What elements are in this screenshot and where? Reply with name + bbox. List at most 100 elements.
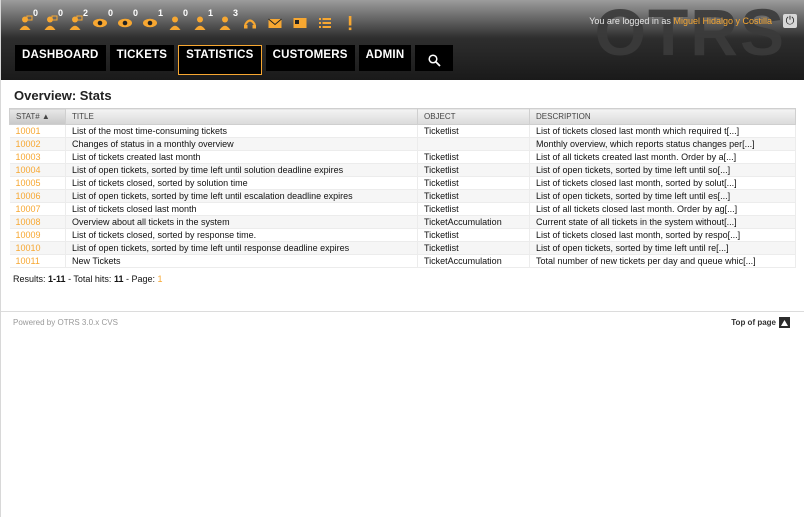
stat-number-link[interactable]: 10007 — [16, 204, 41, 214]
user-name-link[interactable]: Miguel Hidalgo y Costilla — [673, 16, 772, 26]
stat-number-link[interactable]: 10003 — [16, 152, 41, 162]
queue-view-icon — [319, 18, 331, 28]
toolbar-item-new-locked-tickets[interactable]: 0 — [40, 8, 63, 33]
table-row[interactable]: 10007 List of tickets closed last month Ti… — [9, 202, 796, 216]
login-info: You are logged in as Miguel Hidalgo y Co… — [589, 16, 772, 26]
toolbar-item-locked-tickets[interactable]: 0 — [15, 8, 38, 33]
table-cell-stat: 10004 — [9, 163, 66, 177]
column-header-object[interactable]: OBJECT — [417, 108, 530, 125]
table-cell-stat: 10001 — [9, 124, 66, 138]
column-header-title[interactable]: TITLE — [65, 108, 418, 125]
stat-number-link[interactable]: 10006 — [16, 191, 41, 201]
table-row[interactable]: 10010 List of open tickets, sorted by tim… — [9, 241, 796, 255]
toolbar-item-customer[interactable] — [290, 13, 310, 33]
toolbar-count: 1 — [207, 8, 213, 18]
stat-title: List of open tickets, sorted by time lef… — [72, 191, 353, 201]
toolbar-item-escalation[interactable] — [340, 13, 360, 33]
stat-title: List of tickets closed, sorted by soluti… — [72, 178, 248, 188]
table-cell-description: List of tickets closed last month, sorte… — [529, 228, 796, 242]
new-phone-ticket-icon — [244, 19, 256, 29]
stat-number-link[interactable]: 10004 — [16, 165, 41, 175]
stat-description: List of open tickets, sorted by time lef… — [536, 191, 731, 201]
column-header-description[interactable]: DESCRIPTION — [529, 108, 796, 125]
table-cell-title: Overview about all tickets in the system — [65, 215, 418, 229]
nav-dashboard[interactable]: DASHBOARD — [15, 45, 106, 71]
stat-description: Current state of all tickets in the syst… — [536, 217, 737, 227]
stat-object: TicketAccumulation — [424, 217, 502, 227]
table-row[interactable]: 10011 New Tickets TicketAccumulation Total … — [9, 254, 796, 268]
top-of-page-link[interactable]: Top of page — [731, 317, 790, 328]
toolbar-item-reminder-watched-tickets[interactable]: 1 — [140, 8, 163, 33]
stat-title: List of tickets closed last month — [72, 204, 197, 214]
toolbar-item-new-responsible-tickets[interactable]: 1 — [190, 8, 213, 33]
top-of-page-label: Top of page — [731, 318, 776, 327]
table-row[interactable]: 10002 Changes of status in a monthly over… — [9, 137, 796, 151]
toolbar-item-responsible-tickets[interactable]: 0 — [165, 8, 188, 33]
stat-title: List of the most time-consuming tickets — [72, 126, 228, 136]
table-cell-object — [417, 137, 530, 151]
toolbar-count: 2 — [82, 8, 88, 18]
stat-object: Ticketlist — [424, 230, 459, 240]
stat-title: New Tickets — [72, 256, 121, 266]
search-button[interactable] — [415, 45, 454, 71]
logout-button[interactable]: ⏻ — [783, 14, 797, 28]
table-cell-stat: 10009 — [9, 228, 66, 242]
toolbar-count: 0 — [182, 8, 188, 18]
table-cell-object: TicketAccumulation — [417, 254, 530, 268]
table-cell-description: List of open tickets, sorted by time lef… — [529, 241, 796, 255]
toolbar-count: 0 — [107, 8, 113, 18]
toolbar-count: 0 — [57, 8, 63, 18]
table-cell-title: List of tickets closed, sorted by soluti… — [65, 176, 418, 190]
table-cell-title: List of tickets closed last month — [65, 202, 418, 216]
stat-number-link[interactable]: 10005 — [16, 178, 41, 188]
toolbar-count: 1 — [157, 8, 163, 18]
table-row[interactable]: 10005 List of tickets closed, sorted by s… — [9, 176, 796, 190]
table-row[interactable]: 10003 List of tickets created last month T… — [9, 150, 796, 164]
stat-object: Ticketlist — [424, 178, 459, 188]
table-header-row: STAT# ▲ TITLE OBJECT DESCRIPTION — [9, 108, 796, 125]
nav-tickets[interactable]: TICKETS — [109, 45, 175, 71]
powered-by-link[interactable]: Powered by OTRS 3.0.x CVS — [13, 318, 118, 327]
main-content: Overview: Stats STAT# ▲ TITLE OBJECT DES… — [9, 80, 802, 284]
stat-number-link[interactable]: 10010 — [16, 243, 41, 253]
toolbar-item-new-watched-tickets[interactable]: 0 — [115, 8, 138, 33]
stat-object: Ticketlist — [424, 191, 459, 201]
toolbar-item-queue-view[interactable] — [315, 13, 335, 33]
stat-number-link[interactable]: 10011 — [16, 256, 40, 266]
table-cell-description: List of all tickets closed last month. O… — [529, 202, 796, 216]
otrs-logo: OTRS — [594, 0, 786, 69]
toolbar-item-reminder-locked-tickets[interactable]: 2 — [65, 8, 88, 33]
stat-object: Ticketlist — [424, 165, 459, 175]
stat-number-link[interactable]: 10002 — [16, 139, 41, 149]
table-row[interactable]: 10006 List of open tickets, sorted by tim… — [9, 189, 796, 203]
toolbar-item-new-email-ticket[interactable] — [265, 13, 285, 33]
table-row[interactable]: 10008 Overview about all tickets in the s… — [9, 215, 796, 229]
stat-description: List of open tickets, sorted by time lef… — [536, 165, 731, 175]
toolbar-item-reminder-responsible-tickets[interactable]: 3 — [215, 8, 238, 33]
table-cell-object: Ticketlist — [417, 189, 530, 203]
toolbar-count: 0 — [132, 8, 138, 18]
stat-number-link[interactable]: 10009 — [16, 230, 41, 240]
table-cell-stat: 10010 — [9, 241, 66, 255]
column-header-stat[interactable]: STAT# ▲ — [9, 108, 66, 125]
table-row[interactable]: 10009 List of tickets closed, sorted by r… — [9, 228, 796, 242]
table-row[interactable]: 10001 List of the most time-consuming tic… — [9, 124, 796, 138]
nav-statistics[interactable]: STATISTICS — [178, 45, 262, 75]
table-cell-object: Ticketlist — [417, 202, 530, 216]
toolbar-item-new-phone-ticket[interactable] — [240, 13, 260, 33]
footer-divider — [1, 311, 804, 312]
stat-title: Overview about all tickets in the system — [72, 217, 230, 227]
new-watched-tickets-icon — [118, 18, 132, 28]
nav-customers[interactable]: CUSTOMERS — [265, 45, 355, 71]
table-cell-object: Ticketlist — [417, 150, 530, 164]
header: OTRS 0 0 2 0 0 1 0 1 3 You are logged in as Migu… — [1, 0, 804, 80]
toolbar-item-watched-tickets[interactable]: 0 — [90, 8, 113, 33]
page-link-1[interactable]: 1 — [158, 274, 163, 284]
table-row[interactable]: 10004 List of open tickets, sorted by tim… — [9, 163, 796, 177]
stat-title: List of tickets closed, sorted by respon… — [72, 230, 257, 240]
stat-number-link[interactable]: 10001 — [16, 126, 41, 136]
reminder-locked-tickets-icon — [69, 15, 83, 30]
stat-number-link[interactable]: 10008 — [16, 217, 41, 227]
toolbar-count: 3 — [232, 8, 238, 18]
nav-admin[interactable]: ADMIN — [358, 45, 412, 71]
